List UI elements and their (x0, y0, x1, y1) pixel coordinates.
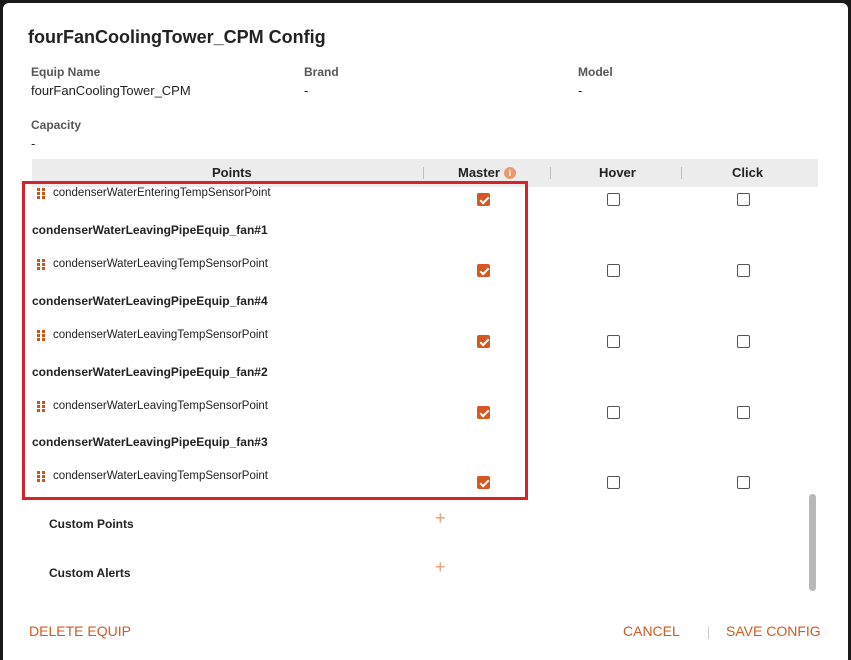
column-header-hover: Hover (599, 165, 636, 180)
column-header-master: Master i (458, 165, 516, 180)
hover-checkbox[interactable] (607, 264, 620, 277)
column-divider (550, 167, 551, 179)
delete-equip-button[interactable]: DELETE EQUIP (29, 623, 131, 639)
highlight-box (22, 181, 528, 500)
add-custom-point-icon[interactable]: + (435, 509, 446, 527)
save-config-button[interactable]: SAVE CONFIG (726, 623, 821, 639)
click-checkbox[interactable] (737, 335, 750, 348)
equip-name-label: Equip Name (31, 65, 101, 79)
column-divider (423, 167, 424, 179)
click-checkbox[interactable] (737, 476, 750, 489)
dialog-title: fourFanCoolingTower_CPM Config (28, 27, 326, 47)
model-value: - (578, 83, 583, 98)
hover-checkbox[interactable] (607, 476, 620, 489)
hover-checkbox[interactable] (607, 193, 620, 206)
brand-value: - (304, 83, 309, 98)
custom-points-label: Custom Points (49, 517, 134, 531)
brand-label: Brand (304, 65, 339, 79)
click-checkbox[interactable] (737, 264, 750, 277)
capacity-value: - (31, 136, 36, 151)
cancel-button[interactable]: CANCEL (623, 623, 680, 639)
column-header-points: Points (212, 165, 252, 180)
click-checkbox[interactable] (737, 193, 750, 206)
custom-alerts-label: Custom Alerts (49, 566, 131, 580)
capacity-label: Capacity (31, 118, 82, 132)
model-label: Model (578, 65, 613, 79)
info-icon[interactable]: i (503, 167, 516, 179)
column-divider (681, 167, 682, 179)
column-header-click: Click (732, 165, 764, 180)
scrollbar-thumb[interactable] (809, 494, 816, 591)
master-header-label: Master (458, 165, 500, 180)
add-custom-alert-icon[interactable]: + (435, 558, 446, 576)
hover-checkbox[interactable] (607, 335, 620, 348)
footer-divider (708, 627, 709, 639)
equip-name-value: fourFanCoolingTower_CPM (31, 83, 191, 98)
config-dialog: fourFanCoolingTower_CPM Config Equip Nam… (3, 3, 848, 660)
click-checkbox[interactable] (737, 406, 750, 419)
hover-checkbox[interactable] (607, 406, 620, 419)
